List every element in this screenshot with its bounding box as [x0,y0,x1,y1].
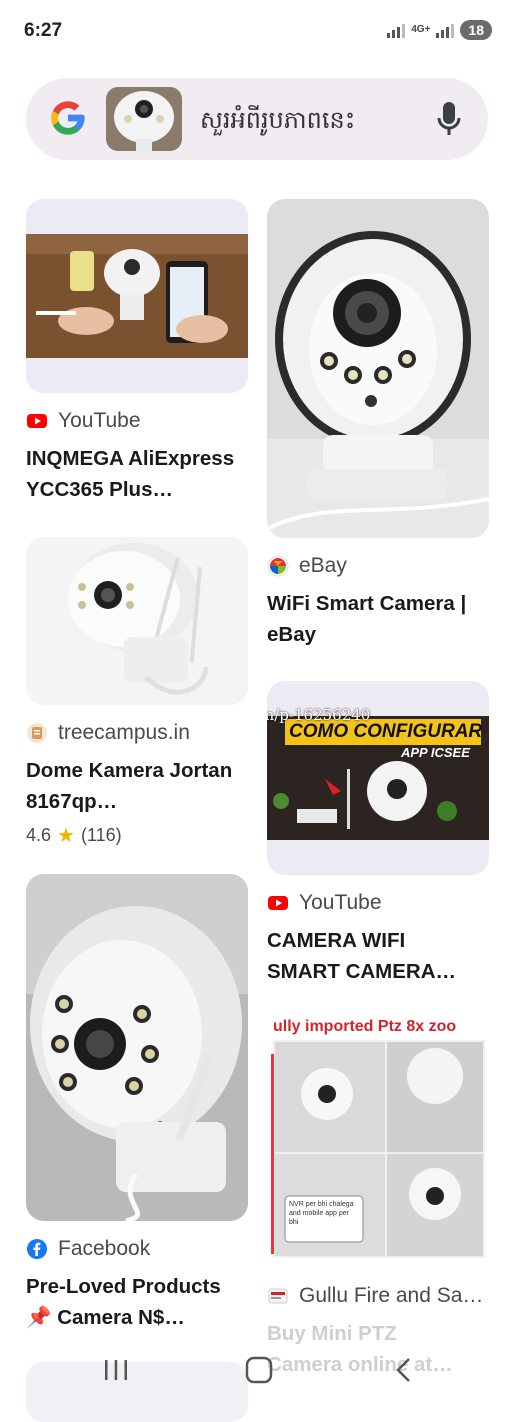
result-image[interactable]: ully imported Ptz 8x zoo NVR per bhi cha… [267,1014,489,1268]
white-ptz-camera-image [267,199,489,538]
result-title[interactable]: Dome Kamera Jortan 8167qp… [26,755,248,817]
back-icon [396,1358,410,1382]
result-title-line: CAMERA WIFI [267,929,406,952]
result-source-label: treecampus.in [58,721,190,744]
result-rating: 4.6 ★ (116) [26,823,248,848]
result-image[interactable] [267,199,489,538]
google-logo-icon [51,101,85,135]
star-icon: ★ [57,825,75,847]
result-image[interactable] [26,199,248,393]
result-title-line: Dome Kamera Jortan [26,759,233,782]
result-title-line: eBay [267,623,317,646]
result-source-label: eBay [299,554,347,577]
search-image-thumbnail[interactable] [106,87,182,151]
ebay-icon [267,555,289,577]
result-source[interactable]: YouTube [26,409,248,433]
youtube-icon [268,896,288,910]
battery-indicator: 18 [460,20,492,40]
overlay-heading: COMO CONFIGURAR [289,721,483,742]
result-source[interactable]: YouTube [267,891,489,915]
rating-value: 4.6 [26,825,52,845]
recent-apps-icon [105,1360,127,1380]
review-count: (116) [80,825,122,845]
back-button[interactable] [384,1350,424,1390]
result-source[interactable]: Facebook [26,1237,248,1261]
result-title-line: 8167qp… [26,790,118,813]
camera-thumbnail-image [106,87,182,151]
result-title-line: YCC365 Plus… [26,478,173,501]
system-nav-bar [0,1340,514,1400]
result-title-line: INQMEGA AliExpress [26,447,235,470]
result-card[interactable]: eBay WiFi Smart Camera | eBay [267,199,489,650]
result-title-line: WiFi Smart Camera | [267,592,467,615]
result-title-line: SMART CAMERA… [267,960,457,983]
result-image[interactable]: om/p-16256240 COMO CONFIGURAR APP ICSEE [267,681,489,875]
result-source-label: YouTube [299,891,382,914]
result-source-label: Gullu Fire and Sa… [299,1284,484,1307]
ptz-camera-closeup-image [26,874,248,1221]
collage-camera-image [267,1014,489,1268]
home-icon [245,1356,273,1384]
result-source-label: Facebook [58,1237,151,1260]
overlay-note: NVR per bhi chalega and mobile app per b… [289,1201,354,1226]
lens-search-bar[interactable]: សួរអំពីរូបភាពនេះ [26,78,488,160]
result-source[interactable]: Gullu Fire and Sa… [267,1284,489,1308]
facebook-icon [27,1239,47,1259]
signal-icon-2 [436,22,455,38]
youtube-icon [27,414,47,428]
network-type: 4G+ [411,24,431,35]
recent-apps-button[interactable] [96,1350,136,1390]
overlay-subheading: APP ICSEE [401,745,470,760]
result-image[interactable] [26,537,248,705]
status-time: 6:27 [24,20,63,41]
result-title-line: 📌 Camera N$… [26,1306,185,1329]
status-icons: 4G+ 18 [387,20,492,40]
result-card[interactable]: Facebook Pre-Loved Products 📌 Camera N$… [26,874,248,1333]
treecampus-icon [27,723,47,743]
gullu-fire-icon [268,1288,288,1304]
result-title[interactable]: WiFi Smart Camera | eBay [267,588,489,650]
dome-camera-product-image [26,537,248,705]
result-source-label: YouTube [58,409,141,432]
microphone-icon[interactable] [436,100,462,138]
result-card[interactable]: YouTube INQMEGA AliExpress YCC365 Plus… [26,199,248,505]
status-bar: 6:27 4G+ 18 [0,0,514,64]
overlay-heading: ully imported Ptz 8x zoo [273,1018,457,1035]
hands-holding-camera-image [26,199,248,393]
result-title[interactable]: Pre-Loved Products 📌 Camera N$… [26,1271,248,1333]
result-card[interactable]: ully imported Ptz 8x zoo NVR per bhi cha… [267,1014,489,1380]
result-title-line: Pre-Loved Products [26,1275,221,1298]
result-card[interactable]: om/p-16256240 COMO CONFIGURAR APP ICSEE … [267,681,489,987]
home-button[interactable] [239,1350,279,1390]
signal-icon [387,22,406,38]
result-card[interactable]: treecampus.in Dome Kamera Jortan 8167qp…… [26,537,248,848]
result-image[interactable] [26,874,248,1221]
result-source[interactable]: treecampus.in [26,721,248,745]
result-title[interactable]: CAMERA WIFI SMART CAMERA… [267,925,489,987]
result-source[interactable]: eBay [267,554,489,578]
result-title[interactable]: INQMEGA AliExpress YCC365 Plus… [26,443,248,505]
search-query-text[interactable]: សួរអំពីរូបភាពនេះ [200,105,355,140]
